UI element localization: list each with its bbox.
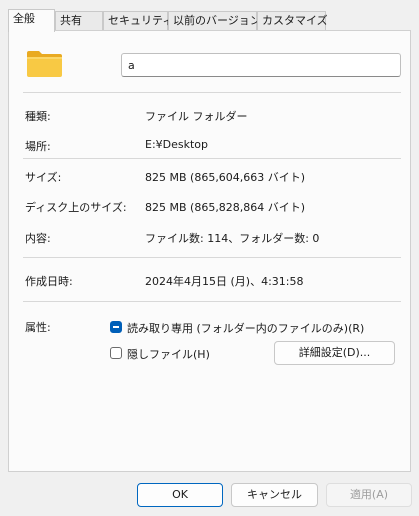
- contains-value: ファイル数: 114、フォルダー数: 0: [145, 232, 320, 245]
- location-value: E:¥Desktop: [145, 138, 209, 151]
- type-value: ファイル フォルダー: [145, 110, 248, 123]
- general-panel: 種類: ファイル フォルダー 場所: E:¥Desktop サイズ: 825 M…: [8, 30, 411, 472]
- advanced-settings-button[interactable]: 詳細設定(D)...: [274, 341, 395, 365]
- size-value: 825 MB (865,604,663 バイト): [145, 171, 306, 184]
- tab-sharing[interactable]: 共有: [55, 11, 103, 31]
- created-label: 作成日時:: [25, 275, 73, 288]
- location-label: 場所:: [25, 140, 51, 153]
- tab-general[interactable]: 全般: [8, 9, 55, 32]
- tab-previous-versions[interactable]: 以前のバージョン: [168, 11, 261, 31]
- folder-icon: [27, 51, 62, 77]
- separator: [23, 301, 401, 302]
- apply-button[interactable]: 適用(A): [326, 483, 412, 507]
- size-on-disk-value: 825 MB (865,828,864 バイト): [145, 201, 306, 214]
- created-value: 2024年4月15日 (月)、4:31:58: [145, 275, 304, 288]
- contains-label: 内容:: [25, 232, 51, 245]
- size-on-disk-label: ディスク上のサイズ:: [25, 201, 127, 214]
- separator: [23, 158, 401, 159]
- size-label: サイズ:: [25, 171, 62, 184]
- type-label: 種類:: [25, 110, 51, 123]
- readonly-checkbox-label[interactable]: 読み取り専用 (フォルダー内のファイルのみ)(R): [127, 320, 364, 336]
- cancel-button[interactable]: キャンセル: [231, 483, 318, 507]
- separator: [23, 257, 401, 258]
- attributes-label: 属性:: [25, 321, 51, 334]
- hidden-checkbox[interactable]: [110, 347, 122, 359]
- ok-button[interactable]: OK: [137, 483, 223, 507]
- separator: [23, 92, 401, 93]
- folder-name-input[interactable]: [121, 53, 401, 77]
- hidden-checkbox-label[interactable]: 隠しファイル(H): [127, 346, 210, 362]
- tab-security[interactable]: セキュリティ: [103, 11, 173, 31]
- readonly-checkbox[interactable]: [110, 321, 122, 333]
- tab-customize[interactable]: カスタマイズ: [257, 11, 328, 31]
